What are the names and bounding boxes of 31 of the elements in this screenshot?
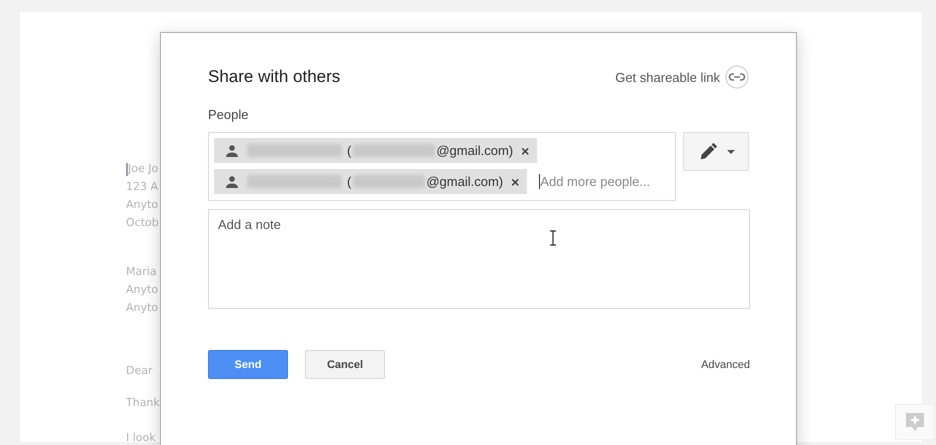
email-domain: @gmail.com): [426, 174, 504, 189]
cancel-button[interactable]: Cancel: [305, 350, 385, 379]
document-text: 123 A: [126, 179, 158, 195]
remove-button[interactable]: ×: [521, 142, 530, 158]
document-text: Octob: [126, 215, 159, 231]
advanced-link[interactable]: Advanced: [701, 358, 750, 370]
pencil-icon: [698, 142, 718, 162]
recipients-field[interactable]: ( @gmail.com) × ( @gmail.com) × Add more people...: [208, 132, 676, 201]
document-text: Maria: [126, 264, 157, 280]
people-label: People: [208, 107, 250, 122]
email-domain: @gmail.com): [436, 143, 514, 158]
link-icon: [725, 65, 749, 89]
document-text: Anyto: [126, 282, 158, 298]
document-text: Anyto: [126, 300, 158, 316]
document-text: Anyto: [126, 197, 158, 213]
person-icon: [226, 144, 238, 156]
document-text: I look: [126, 430, 156, 445]
document-text: Dear: [126, 363, 153, 379]
caret-icon: [726, 150, 735, 154]
note-field[interactable]: Add a note: [208, 209, 750, 309]
paren-text: (: [347, 174, 352, 189]
text-cursor-icon: [549, 230, 557, 246]
remove-button[interactable]: ×: [511, 174, 520, 190]
speech-bubble-icon: [904, 411, 926, 433]
paren-text: (: [347, 143, 352, 158]
get-shareable-link[interactable]: Get shareable link: [615, 70, 720, 84]
dialog-title: Share with others: [208, 67, 342, 87]
document-text: Joe Jo: [128, 161, 158, 177]
person-icon: [226, 176, 238, 188]
document-text: Thank: [126, 395, 160, 411]
permission-dropdown[interactable]: [683, 132, 749, 171]
